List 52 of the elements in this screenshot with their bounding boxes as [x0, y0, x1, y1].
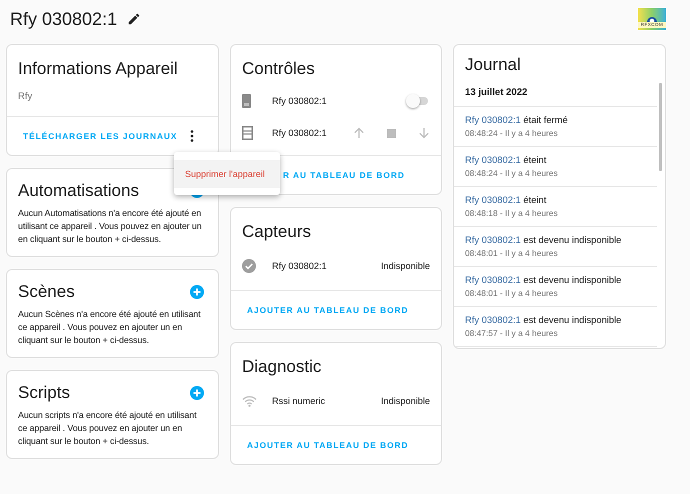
- more-options-icon[interactable]: [190, 130, 194, 142]
- entity-link[interactable]: Rfy 030802:1: [465, 154, 521, 165]
- log-message: Rfy 030802:1 est devenu indisponible: [465, 273, 622, 287]
- entity-link[interactable]: Rfy 030802:1: [465, 114, 521, 125]
- add-icon[interactable]: [190, 285, 204, 299]
- log-time: 08:48:18 - Il y a 4 heures: [465, 207, 559, 220]
- card-title: Scripts: [18, 383, 70, 403]
- card-title: Diagnostic: [241, 356, 322, 377]
- entity-link[interactable]: Rfy 030802:1: [465, 234, 521, 245]
- toggle-switch[interactable]: [406, 94, 430, 108]
- remote-icon: [242, 94, 251, 108]
- entity-name[interactable]: Rfy 030802:1: [272, 128, 353, 138]
- log-time: 08:47:57 - Il y a 4 heures: [465, 327, 559, 340]
- entity-link[interactable]: Rfy 030802:1: [465, 274, 521, 285]
- log-time: 08:48:24 - Il y a 4 heures: [465, 167, 559, 180]
- log-time: 08:48:24 - Il y a 4 heures: [465, 127, 559, 140]
- log-message: Rfy 030802:1 éteint: [465, 193, 548, 207]
- log-message: Rfy 030802:1 est devenu indisponible: [465, 233, 622, 247]
- scrollbar[interactable]: [659, 83, 662, 171]
- log-message: Rfy 030802:1 était fermé: [465, 113, 569, 127]
- card-title: Capteurs: [241, 221, 312, 242]
- log-message: Rfy 030802:1 est devenu indisponible: [465, 313, 622, 327]
- arrow-up-icon[interactable]: [353, 127, 365, 139]
- check-circle-icon: [242, 259, 256, 273]
- empty-message: Aucun scripts n'a encore été ajouté en utilisant ce appareil . Vous pouvez en ajouter un en cliquant sur le bouton + ci-dessus.: [17, 409, 198, 448]
- arrow-down-icon[interactable]: [418, 127, 430, 139]
- card-title: Informations Appareil: [17, 58, 179, 79]
- entity-name[interactable]: Rfy 030802:1: [272, 261, 381, 271]
- card-title: Contrôles: [241, 58, 316, 79]
- stop-icon[interactable]: [387, 128, 396, 138]
- entity-name[interactable]: Rssi numeric: [272, 396, 381, 406]
- date-heading: 13 juillet 2022: [454, 75, 657, 107]
- state-value: Indisponible: [380, 396, 430, 406]
- empty-message: Aucun Scènes n'a encore été ajouté en utilisant ce appareil . Vous pouvez en ajouter un en cliquant sur le bouton + ci-dessus.: [17, 308, 202, 347]
- log-message: Rfy 030802:1 éteint: [465, 153, 548, 167]
- card-title: Scènes: [18, 282, 75, 302]
- log-time: 08:48:01 - Il y a 4 heures: [465, 247, 559, 260]
- card-title: Automatisations: [18, 181, 139, 201]
- window-blind-icon: [242, 126, 253, 140]
- wifi-icon: [242, 396, 257, 406]
- device-model: Rfy: [17, 90, 34, 104]
- log-time: 08:48:01 - Il y a 4 heures: [465, 287, 559, 300]
- add-icon[interactable]: [190, 386, 204, 400]
- pencil-icon[interactable]: [127, 12, 142, 26]
- delete-device-menu-item[interactable]: Supprimer l'appareil: [174, 160, 280, 188]
- empty-message: Aucun Automatisations n'a encore été ajouté en utilisant ce appareil . Vous pouvez en ajouter un en cliquant sur le bouton + ci-dessus.: [17, 207, 203, 246]
- device-title: Rfy 030802:1: [10, 8, 118, 30]
- entity-link[interactable]: Rfy 030802:1: [465, 194, 521, 205]
- entity-link[interactable]: Rfy 030802:1: [465, 314, 521, 325]
- card-title: Journal: [464, 54, 522, 75]
- entity-name[interactable]: Rfy 030802:1: [272, 96, 406, 106]
- state-value: Indisponible: [380, 261, 430, 271]
